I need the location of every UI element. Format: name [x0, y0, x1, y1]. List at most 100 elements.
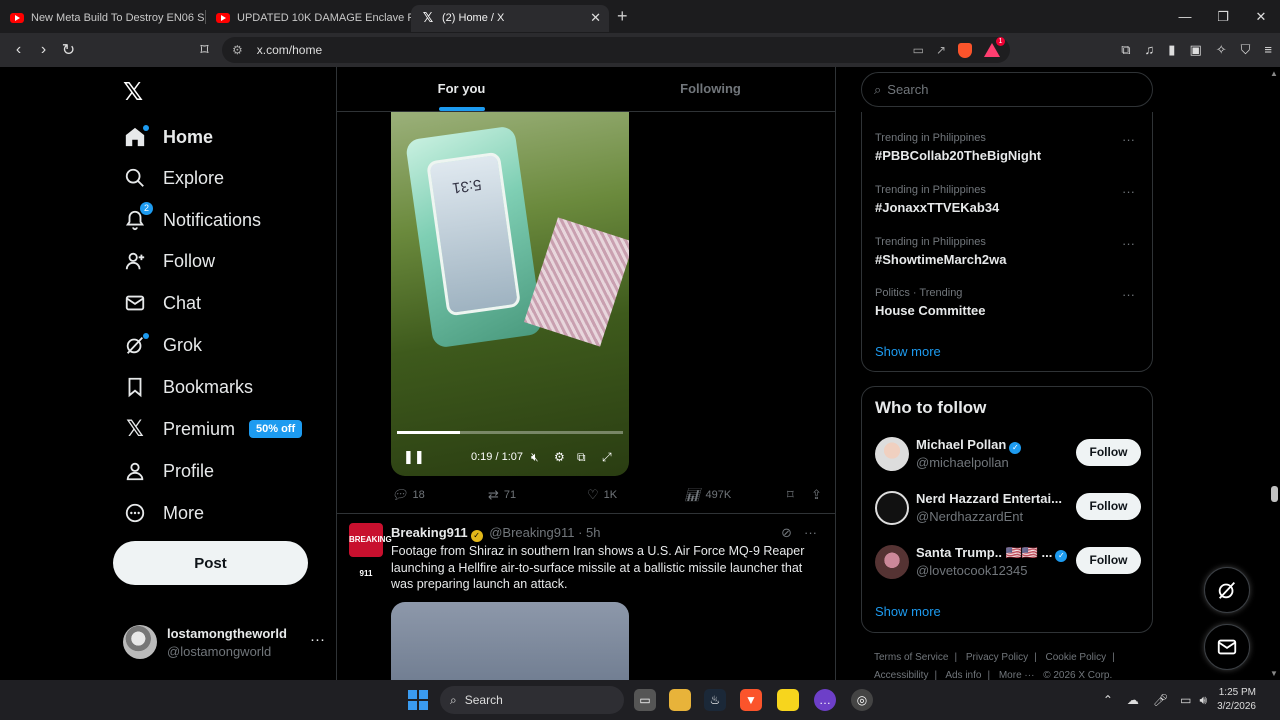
pause-icon[interactable]: ❚❚ [403, 449, 425, 465]
more-dots-icon[interactable]: ··· [804, 525, 817, 541]
brave-shields-icon[interactable] [958, 42, 972, 58]
browser-tab[interactable]: UPDATED 10K DAMAGE Enclave Plas [206, 5, 411, 32]
terms-link[interactable]: Terms of Service [874, 652, 948, 663]
share-button[interactable]: ⇪ [811, 487, 822, 503]
nav-notifications[interactable]: 2 Notifications [123, 200, 261, 240]
settings-icon[interactable]: ⚙ [554, 450, 565, 464]
extension-icon[interactable]: ⧉ [1121, 42, 1130, 58]
messages-fab-button[interactable] [1204, 624, 1250, 670]
tab-following[interactable]: Following [586, 67, 835, 111]
follow-suggestion[interactable]: Nerd Hazzard Entertai... @NerdhazzardEnt… [875, 489, 1141, 529]
site-settings-icon[interactable]: ⚙ [232, 43, 243, 57]
like-button[interactable]: ♡ 1K [587, 487, 617, 503]
bookmark-page-icon[interactable]: ⌑ [192, 40, 217, 60]
avatar[interactable] [875, 491, 909, 525]
vpn-icon[interactable]: ⛉ [1241, 42, 1251, 58]
follow-suggestion[interactable]: Michael Pollan ✓ @michaelpollan Follow [875, 435, 1141, 475]
scroll-down-icon[interactable]: ▼ [1270, 669, 1278, 678]
maximize-button[interactable]: ❐ [1204, 0, 1242, 33]
windows-start-icon[interactable] [408, 690, 428, 710]
follow-button[interactable]: Follow [1076, 493, 1141, 520]
grok-fab-button[interactable] [1204, 567, 1250, 613]
x-logo-icon[interactable]: 𝕏 [123, 77, 147, 106]
more-dots-icon[interactable]: ··· [1122, 236, 1135, 251]
back-button[interactable]: ‹ [6, 41, 31, 59]
browser-tab[interactable]: New Meta Build To Destroy EN06 Shi [0, 5, 205, 32]
accessibility-link[interactable]: Accessibility [874, 670, 928, 680]
avatar[interactable] [875, 545, 909, 579]
cookie-link[interactable]: Cookie Policy [1046, 652, 1107, 663]
reload-button[interactable]: ↻ [56, 40, 81, 60]
brave-rewards-icon[interactable]: 1 [984, 37, 1005, 57]
tweet-time[interactable]: · 5h [578, 525, 600, 540]
avatar[interactable] [875, 437, 909, 471]
close-tab-icon[interactable]: ✕ [590, 10, 601, 26]
nav-chat[interactable]: Chat [123, 283, 201, 323]
nav-bookmarks[interactable]: Bookmarks [123, 367, 253, 407]
views-button[interactable]: 📊︎ 497K [684, 487, 731, 503]
chevron-up-icon[interactable]: ⌃ [1103, 693, 1113, 707]
task-view-icon[interactable]: ▭ [634, 689, 656, 711]
trend-item[interactable]: Trending in Philippines #PBBCollab20TheB… [875, 132, 1135, 163]
media-icon[interactable]: ♫ [1145, 42, 1155, 58]
reply-button[interactable]: 💬︎ 18 [391, 487, 425, 503]
video-player[interactable]: 5:31 ❚❚ 0:19 / 1:07 🔇︎ ⚙ ⧉ ⤢ [391, 112, 629, 476]
follow-button[interactable]: Follow [1076, 547, 1141, 574]
pip-icon[interactable]: ⧉ [577, 450, 586, 465]
nav-home[interactable]: Home [123, 117, 213, 157]
chat-app-icon[interactable]: … [814, 689, 836, 711]
follow-suggestion[interactable]: Santa Trump.. 🇺🇸🇺🇸 ... ✓ @lovetocook12345… [875, 543, 1141, 583]
file-explorer-icon[interactable] [669, 689, 691, 711]
new-tab-button[interactable]: + [617, 6, 628, 27]
scrollbar-thumb[interactable] [1271, 486, 1278, 502]
grok-icon[interactable]: ⊘ [781, 525, 792, 541]
address-bar[interactable]: ⚙ x.com/home ▭ ↗ 1 [222, 37, 1010, 63]
nav-explore[interactable]: Explore [123, 158, 224, 198]
show-more-follow-link[interactable]: Show more [875, 604, 941, 619]
more-link[interactable]: More ··· [999, 670, 1035, 680]
page-scrollbar[interactable]: ▲ ▼ [1268, 67, 1280, 680]
trend-item[interactable]: Trending in Philippines #ShowtimeMarch2w… [875, 236, 1135, 267]
volume-icon[interactable]: 🔊︎ [1200, 693, 1208, 708]
repost-button[interactable]: ⇄ 71 [488, 487, 516, 503]
brave-browser-icon[interactable]: ▼ [740, 689, 762, 711]
tab-for-you[interactable]: For you [337, 67, 586, 111]
show-more-trends-link[interactable]: Show more [875, 344, 941, 359]
sticky-notes-icon[interactable] [777, 689, 799, 711]
tweet-author-handle[interactable]: @Breaking911 [489, 525, 574, 540]
bookmark-button[interactable]: ⌑ [787, 487, 794, 503]
trend-item[interactable]: Trending in Philippines #JonaxxTTVEKab34… [875, 184, 1135, 215]
account-switcher[interactable]: lostamongtheworld @lostamongworld ··· [123, 625, 325, 659]
more-dots-icon[interactable]: ··· [310, 631, 325, 648]
privacy-link[interactable]: Privacy Policy [966, 652, 1028, 663]
tweet-media[interactable] [391, 602, 629, 680]
scroll-up-icon[interactable]: ▲ [1270, 69, 1278, 78]
share-icon[interactable]: ↗ [936, 43, 946, 57]
mute-icon[interactable]: 🔇︎ [531, 450, 539, 465]
minimize-button[interactable]: — [1166, 0, 1204, 33]
nav-grok[interactable]: Grok [123, 325, 202, 365]
fullscreen-icon[interactable]: ⤢ [602, 450, 612, 465]
taskbar-search[interactable]: ⌕ Search [440, 686, 624, 714]
tweet-author-name[interactable]: Breaking911 [391, 525, 468, 540]
wallet-icon[interactable]: ▣ [1189, 42, 1201, 58]
cast-icon[interactable]: ▭ [913, 43, 924, 57]
close-window-button[interactable]: ✕ [1242, 0, 1280, 33]
search-input[interactable]: ⌕ Search [861, 72, 1153, 107]
more-dots-icon[interactable]: ··· [1122, 184, 1135, 199]
nav-premium[interactable]: 𝕏 Premium 50% off [123, 409, 303, 449]
post-button[interactable]: Post [113, 541, 308, 585]
follow-button[interactable]: Follow [1076, 439, 1141, 466]
nav-more[interactable]: More [123, 493, 204, 533]
forward-button[interactable]: › [31, 41, 56, 59]
nav-follow[interactable]: Follow [123, 241, 215, 281]
video-progress-bar[interactable] [397, 431, 623, 434]
network-icon[interactable]: ▭ [1180, 693, 1191, 707]
trend-item[interactable]: Politics · Trending House Committee ··· [875, 287, 1135, 318]
clock[interactable]: 1:25 PM 3/2/2026 [1217, 686, 1256, 714]
ads-info-link[interactable]: Ads info [945, 670, 981, 680]
app-icon[interactable]: ◎ [851, 689, 873, 711]
leo-ai-icon[interactable]: ✧ [1216, 42, 1227, 58]
sidebar-icon[interactable]: ▮ [1168, 42, 1175, 58]
cloud-icon[interactable]: ☁ [1127, 693, 1139, 707]
